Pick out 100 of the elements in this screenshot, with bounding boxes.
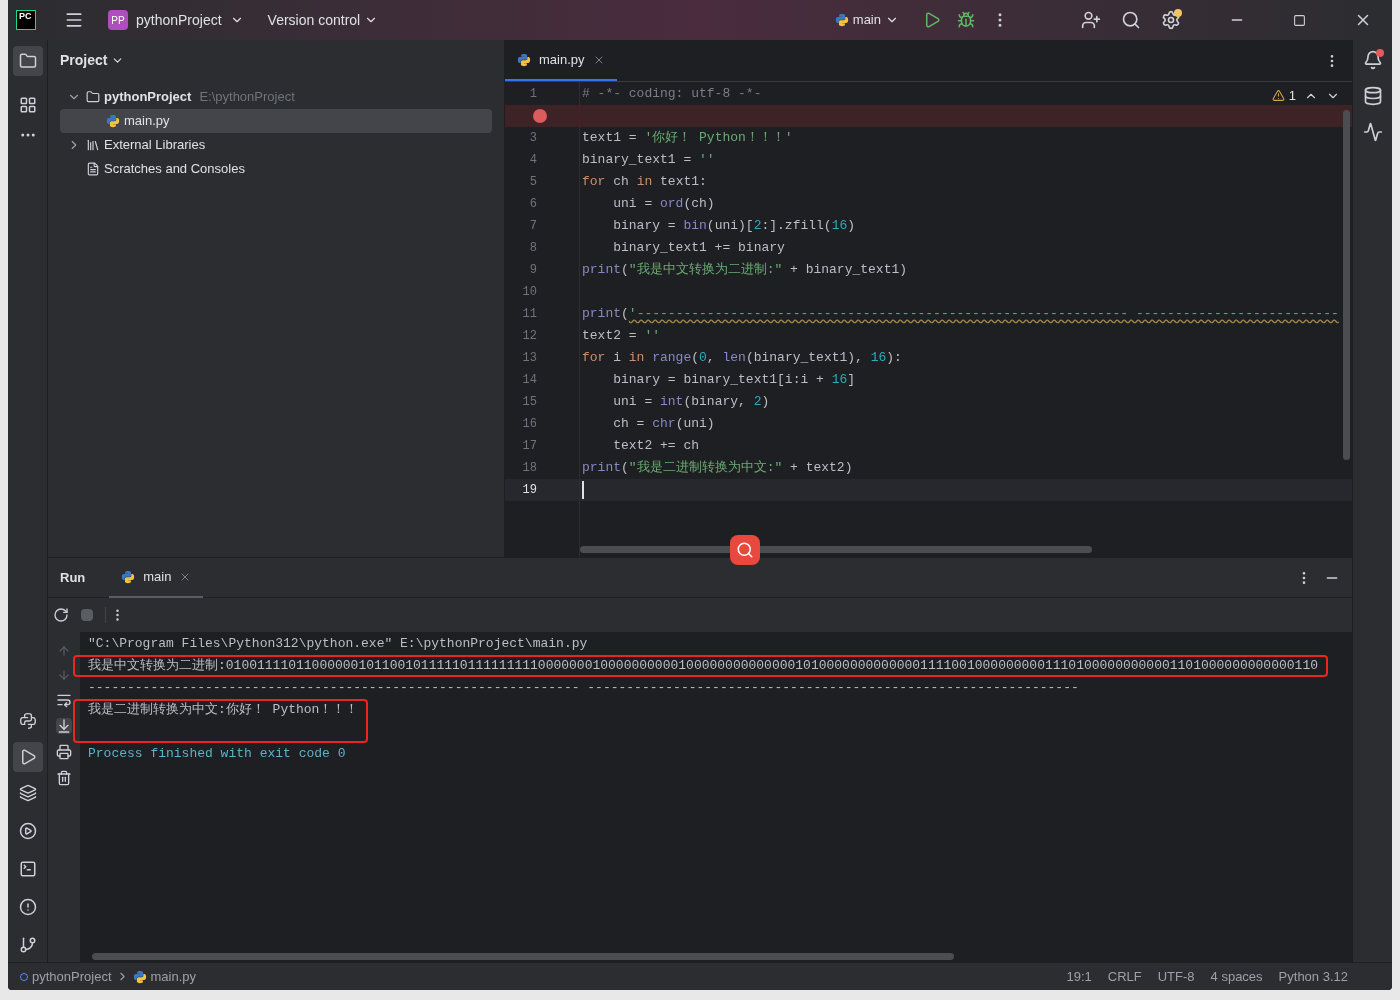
debug-icon[interactable] xyxy=(957,11,975,29)
python-icon xyxy=(106,114,120,128)
run-tool-button[interactable] xyxy=(12,742,43,772)
console-line: 我是二进制转换为中文:你好！ Python！！！ xyxy=(88,701,359,719)
tree-item[interactable]: External Libraries xyxy=(60,133,492,157)
rerun-icon[interactable] xyxy=(53,607,69,623)
tree-item[interactable]: Scratches and Consoles xyxy=(60,157,492,181)
project-tool-button[interactable] xyxy=(12,46,43,76)
editor-tab[interactable]: main.py xyxy=(505,41,617,81)
scroll-to-end-icon[interactable] xyxy=(56,718,72,734)
problems-icon[interactable] xyxy=(18,898,37,916)
app-logo: PC xyxy=(16,10,36,30)
tree-item[interactable]: pythonProject E:\pythonProject xyxy=(60,85,492,109)
run-icon[interactable] xyxy=(923,11,941,29)
python-icon xyxy=(834,13,849,27)
layers-icon[interactable] xyxy=(18,784,37,802)
python-console-icon[interactable] xyxy=(18,712,37,730)
line-number: 19 xyxy=(522,482,537,499)
project-switcher[interactable]: PP pythonProject xyxy=(108,9,244,31)
tree-label: main.py xyxy=(124,112,170,131)
status-item[interactable]: 19:1 xyxy=(1066,966,1092,987)
line-number: 3 xyxy=(529,130,537,147)
line-number: 15 xyxy=(522,394,537,411)
project-panel-title[interactable]: Project xyxy=(60,49,125,71)
print-icon[interactable] xyxy=(56,744,72,760)
line-number: 18 xyxy=(522,460,537,477)
tree-label: External Libraries xyxy=(104,136,206,155)
git-icon[interactable] xyxy=(18,936,37,954)
tree-label: pythonProject xyxy=(104,88,192,107)
library-icon xyxy=(86,138,100,152)
text-cursor xyxy=(582,481,584,499)
code-line: for i in range(0, len(binary_text1), 16): xyxy=(582,349,902,368)
console-line: Process finished with exit code 0 xyxy=(88,745,347,763)
tree-label: Scratches and Consoles xyxy=(104,160,245,179)
line-number: 7 xyxy=(529,218,537,235)
python-icon xyxy=(517,53,531,67)
line-number: 8 xyxy=(529,240,537,257)
folder-icon xyxy=(86,90,100,104)
line-number: 17 xyxy=(522,438,537,455)
line-number: 12 xyxy=(522,328,537,345)
line-number: 5 xyxy=(529,174,537,191)
breadcrumb[interactable]: pythonProject xyxy=(20,966,112,987)
chart-icon[interactable] xyxy=(1362,122,1383,142)
status-item[interactable]: 4 spaces xyxy=(1210,966,1263,987)
code-line: binary = bin(uni)[2:].zfill(16) xyxy=(612,217,856,236)
services-icon[interactable] xyxy=(18,822,37,840)
code-line: uni = ord(ch) xyxy=(612,195,715,214)
code-line: uni = int(binary, 2) xyxy=(612,393,770,412)
code-line: binary = binary_text1[i:i + 16] xyxy=(612,371,856,390)
code-line: for ch in text1: xyxy=(582,173,707,192)
line-number: 10 xyxy=(522,284,537,301)
console-line: --------------------------------------------------------------- --------------------------------------------------------------- xyxy=(88,679,1080,697)
menu-icon[interactable] xyxy=(64,10,84,30)
code-line: binary_text1 = '' xyxy=(582,151,715,170)
console-line: 我是中文转换为二进制:01001111011000000101100101111101111111110000000100000000001000000000000001010000000000000111100100000000011101000000000001101000000000000110 xyxy=(88,657,1318,675)
code-line: text2 += ch xyxy=(612,437,700,456)
python-icon xyxy=(121,569,136,584)
soft-wrap-icon[interactable] xyxy=(56,692,72,708)
add-user-icon[interactable] xyxy=(1081,10,1101,30)
database-icon[interactable] xyxy=(1362,86,1383,106)
status-item[interactable]: Python 3.12 xyxy=(1278,966,1348,987)
settings-icon[interactable] xyxy=(1161,10,1181,30)
run-tab[interactable]: main xyxy=(109,557,204,598)
code-line: # -*- coding: utf-8 -*- xyxy=(582,85,762,104)
line-number: 16 xyxy=(522,416,537,433)
line-number: 6 xyxy=(529,196,537,213)
line-number: 9 xyxy=(529,262,537,279)
line-number: 14 xyxy=(522,372,537,389)
breakpoint-icon[interactable] xyxy=(533,109,547,123)
line-number: 4 xyxy=(529,152,537,169)
terminal-icon[interactable] xyxy=(18,860,37,878)
clear-icon[interactable] xyxy=(56,770,72,786)
vertical-scrollbar[interactable] xyxy=(1343,110,1350,460)
status-item[interactable]: CRLF xyxy=(1107,966,1142,987)
breadcrumb[interactable]: main.py xyxy=(132,966,197,987)
notifications-icon[interactable] xyxy=(1362,50,1383,70)
horizontal-scrollbar[interactable] xyxy=(580,546,1092,553)
code-line: text2 = '' xyxy=(582,327,661,346)
tree-path: E:\pythonProject xyxy=(199,88,295,107)
status-item[interactable]: UTF-8 xyxy=(1157,966,1195,987)
run-config-selector[interactable]: main xyxy=(834,10,899,30)
search-icon[interactable] xyxy=(1121,10,1141,30)
line-number: 13 xyxy=(522,350,537,367)
line-number: 1 xyxy=(529,86,537,103)
warning-icon xyxy=(1271,89,1285,103)
folder-icon xyxy=(18,52,37,70)
code-line: print("我是二进制转换为中文:" + text2) xyxy=(582,459,853,478)
vcs-menu[interactable]: Version control xyxy=(267,9,379,31)
code-line: binary_text1 += binary xyxy=(612,239,785,258)
search-overlay-icon[interactable] xyxy=(730,535,760,565)
code-line: ch = chr(uni) xyxy=(612,415,715,434)
python-icon xyxy=(132,969,147,984)
maximize-icon[interactable] xyxy=(1293,13,1306,27)
run-panel-title: Run xyxy=(60,568,86,587)
horizontal-scrollbar[interactable] xyxy=(92,953,954,960)
structure-icon[interactable] xyxy=(18,96,37,114)
console-line: "C:\Program Files\Python312\python.exe" E:\pythonProject\main.py xyxy=(88,635,589,653)
tree-item[interactable]: main.py xyxy=(60,109,492,133)
warning-count[interactable]: 1 xyxy=(1271,86,1296,106)
line-number: 11 xyxy=(522,306,537,323)
